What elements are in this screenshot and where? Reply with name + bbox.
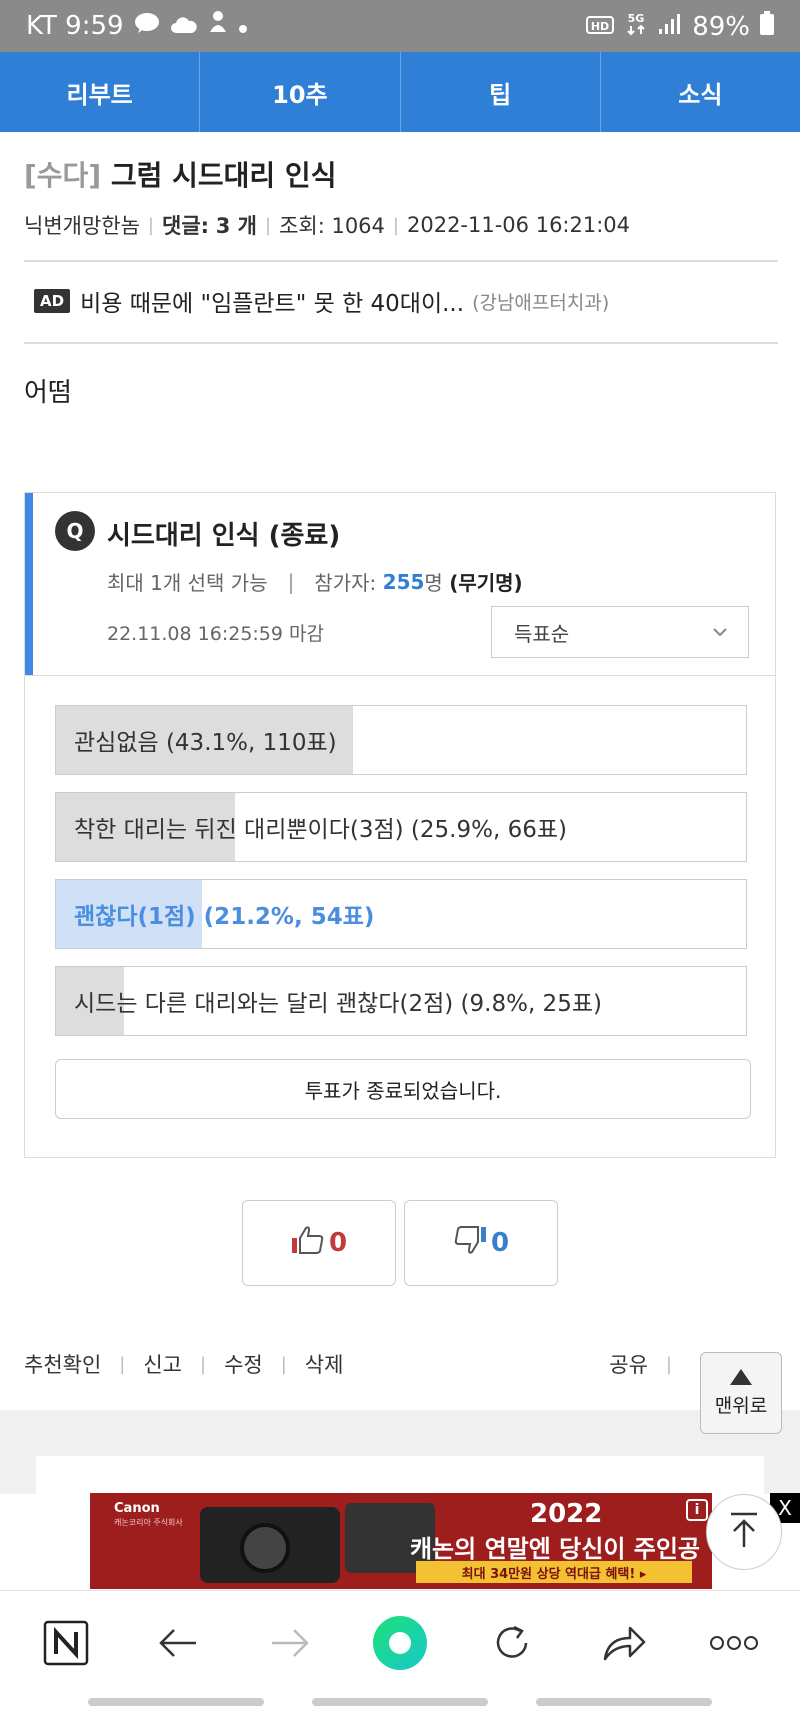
poll-closed-button[interactable]: 투표가 종료되었습니다. <box>55 1059 751 1119</box>
poll-option[interactable]: 관심없음 (43.1%, 110표) <box>55 705 747 775</box>
comments-count[interactable]: 3 개 <box>216 210 257 240</box>
banner-brand: Canon <box>114 1501 160 1516</box>
status-bar: KT 9:59 HD 5G 89% <box>0 0 800 52</box>
recommend-check-link[interactable]: 추천확인 <box>24 1349 101 1379</box>
svg-text:5G: 5G <box>628 12 645 25</box>
sort-select[interactable]: 득표순 <box>491 606 749 658</box>
chevron-down-icon <box>712 623 728 642</box>
battery-percent: 89% <box>692 11 750 42</box>
category-tabs: 리부트 10추 팁 소식 <box>0 52 800 132</box>
app-icon <box>208 10 228 41</box>
cloud-icon <box>170 11 198 41</box>
downvote-button[interactable]: 0 <box>404 1200 558 1286</box>
separator: | <box>287 569 295 594</box>
report-link[interactable]: 신고 <box>143 1349 182 1379</box>
banner-headline: 캐논의 연말엔 당신이 주인공 <box>409 1535 700 1563</box>
poll-option[interactable]: 착한 대리는 뒤진 대리뿐이다(3점) (25.9%, 66표) <box>55 792 747 862</box>
view-count: 조회: 1064 <box>279 214 385 238</box>
post-title-text: 그럼 시드대리 인식 <box>110 159 337 192</box>
tab-news[interactable]: 소식 <box>601 52 800 132</box>
share-link[interactable]: 공유 <box>609 1349 648 1379</box>
info-icon[interactable]: i <box>686 1499 708 1521</box>
back-to-top-button[interactable]: 맨위로 <box>700 1352 782 1434</box>
gesture-bar <box>536 1698 712 1706</box>
signal-icon <box>658 12 682 42</box>
hd-icon: HD <box>586 12 615 42</box>
banner-year: 2022 <box>530 1499 603 1529</box>
max-select: 최대 1개 선택 가능 <box>107 571 268 595</box>
poll-option-selected[interactable]: 괜찮다(1점) (21.2%, 54표) <box>55 879 747 949</box>
refresh-icon[interactable] <box>484 1615 540 1671</box>
edit-link[interactable]: 수정 <box>224 1349 263 1379</box>
poll-accent-bar <box>25 493 33 675</box>
author-name[interactable]: 닉변개망한놈 <box>24 210 140 240</box>
5g-icon: 5G <box>624 10 648 43</box>
poll-option[interactable]: 시드는 다른 대리와는 달리 괜찮다(2점) (9.8%, 25표) <box>55 966 747 1036</box>
thumbs-down-icon <box>453 1225 487 1262</box>
question-icon: Q <box>55 511 95 551</box>
post-body: 어떰 <box>24 378 72 408</box>
scroll-to-top-button[interactable] <box>706 1494 782 1570</box>
up-triangle-icon <box>730 1368 752 1385</box>
post-meta: 닉변개망한놈 | 댓글: 3 개 | 조회: 1064 | 2022-11-06… <box>24 210 630 240</box>
browser-toolbar <box>0 1590 800 1697</box>
anonymous-label: (무기명) <box>449 571 523 595</box>
comments-label: 댓글: <box>162 214 210 238</box>
comment-card <box>36 1456 764 1496</box>
post-category: [수다] <box>24 159 102 192</box>
upvote-button[interactable]: 0 <box>242 1200 396 1286</box>
upvote-count: 0 <box>328 1228 348 1258</box>
ad-source: (강남애프터치과) <box>472 291 610 314</box>
poll-deadline: 22.11.08 16:25:59 마감 <box>107 623 324 645</box>
tab-tips[interactable]: 팁 <box>401 52 601 132</box>
downvote-count: 0 <box>490 1228 510 1258</box>
dot-icon <box>238 11 248 41</box>
banner-strip: 최대 34만원 상당 역대급 혜택! ▸ <box>416 1561 692 1583</box>
camera-image <box>200 1507 340 1583</box>
gesture-bar <box>312 1698 488 1706</box>
ad-link[interactable]: AD 비용 때문에 "임플란트" 못 한 40대이... (강남애프터치과) <box>34 284 609 318</box>
svg-text:HD: HD <box>591 20 609 33</box>
poll-option-label: 관심없음 (43.1%, 110표) <box>74 730 337 756</box>
ad-text: 비용 때문에 "임플란트" 못 한 40대이... <box>80 291 465 317</box>
participants-count: 255 <box>382 569 425 594</box>
post-title: [수다] 그럼 시드대리 인식 <box>24 154 336 194</box>
participants-unit: 명 <box>424 571 443 595</box>
arrow-up-icon <box>727 1511 761 1553</box>
post-actions-right: 공유 | <box>609 1349 690 1379</box>
talk-icon <box>134 11 160 41</box>
post-actions: 추천확인 | 신고 | 수정 | 삭제 <box>24 1349 343 1379</box>
ad-badge: AD <box>34 289 71 313</box>
poll-option-label: 시드는 다른 대리와는 달리 괜찮다(2점) (9.8%, 25표) <box>74 991 602 1017</box>
poll-title: 시드대리 인식 (종료) <box>107 521 341 551</box>
poll-option-label: 괜찮다(1점) (21.2%, 54표) <box>74 904 375 930</box>
forward-arrow-icon[interactable] <box>262 1615 318 1671</box>
more-icon[interactable] <box>706 1615 762 1671</box>
back-to-top-label: 맨위로 <box>714 1394 768 1417</box>
poll-box: Q 시드대리 인식 (종료) 최대 1개 선택 가능 | 참가자: 255 명 (… <box>24 492 776 1158</box>
sort-value: 득표순 <box>514 621 570 646</box>
share-icon[interactable] <box>596 1615 652 1671</box>
tab-reboot[interactable]: 리부트 <box>0 52 201 132</box>
poll-info: 최대 1개 선택 가능 | 참가자: 255 명 (무기명) <box>107 567 523 596</box>
banner-ad[interactable]: Canon 캐논코리아 주식회사 2022 캐논의 연말엔 당신이 주인공 최대… <box>90 1493 712 1589</box>
gesture-bar <box>88 1698 264 1706</box>
thumbs-up-icon <box>291 1225 325 1262</box>
poll-header: Q 시드대리 인식 (종료) 최대 1개 선택 가능 | 참가자: 255 명 (… <box>25 493 775 676</box>
naver-icon[interactable] <box>38 1615 94 1671</box>
carrier-time: KT 9:59 <box>26 10 124 41</box>
post-datetime: 2022-11-06 16:21:04 <box>406 213 631 237</box>
banner-sub: 캐논코리아 주식회사 <box>114 1518 183 1527</box>
back-arrow-icon[interactable] <box>150 1615 206 1671</box>
divider <box>24 260 778 262</box>
delete-link[interactable]: 삭제 <box>305 1349 344 1379</box>
green-home-icon[interactable] <box>372 1615 428 1671</box>
tab-10-recommend[interactable]: 10추 <box>200 52 401 132</box>
divider <box>24 342 778 344</box>
battery-icon <box>760 11 774 42</box>
poll-option-label: 착한 대리는 뒤진 대리뿐이다(3점) (25.9%, 66표) <box>74 817 567 843</box>
participants-label: 참가자: <box>314 571 377 595</box>
